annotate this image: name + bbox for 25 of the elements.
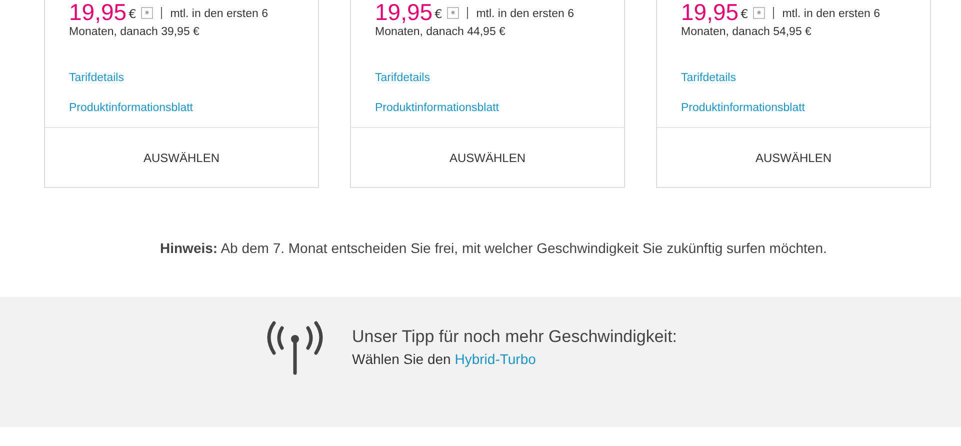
price: 19,95 — [681, 0, 739, 26]
link[interactable]: Produktinformationsblatt — [69, 102, 194, 114]
currency: € — [740, 6, 748, 20]
price-note: mtl. in den ersten 6 — [170, 8, 268, 20]
price-note: mtl. in den ersten 6 — [476, 8, 574, 20]
price-note: Monaten, danach 44,95 € — [375, 26, 506, 38]
link[interactable]: Tarifdetails — [681, 72, 736, 84]
hybrid-turbo-link[interactable]: Hybrid-Turbo — [454, 351, 536, 367]
link[interactable]: Tarifdetails — [375, 72, 430, 84]
price-note: mtl. in den ersten 6 — [782, 8, 880, 20]
currency: € — [434, 6, 442, 20]
price: 19,95 — [69, 0, 127, 26]
link[interactable]: Tarifdetails — [69, 72, 124, 84]
hint-text: Hinweis: Ab dem 7. Monat entscheiden Sie frei, mit welcher Geschwindigkeit Sie zukünftig surfen möchten. — [160, 240, 828, 258]
footnote-icon[interactable] — [141, 7, 154, 19]
tip-title: Unser Tipp für noch mehr Geschwindigkeit: — [352, 327, 678, 347]
link[interactable]: Produktinformationsblatt — [375, 102, 500, 114]
footnote-icon[interactable] — [753, 7, 766, 19]
price-note: Monaten, danach 54,95 € — [681, 26, 812, 38]
price-note: Monaten, danach 39,95 € — [69, 26, 200, 38]
link[interactable]: Produktinformationsblatt — [681, 102, 806, 114]
price: 19,95 — [375, 0, 433, 26]
footnote-icon[interactable] — [447, 7, 460, 19]
tip-text: Wählen Sie den — [352, 351, 451, 367]
currency: € — [128, 6, 136, 20]
